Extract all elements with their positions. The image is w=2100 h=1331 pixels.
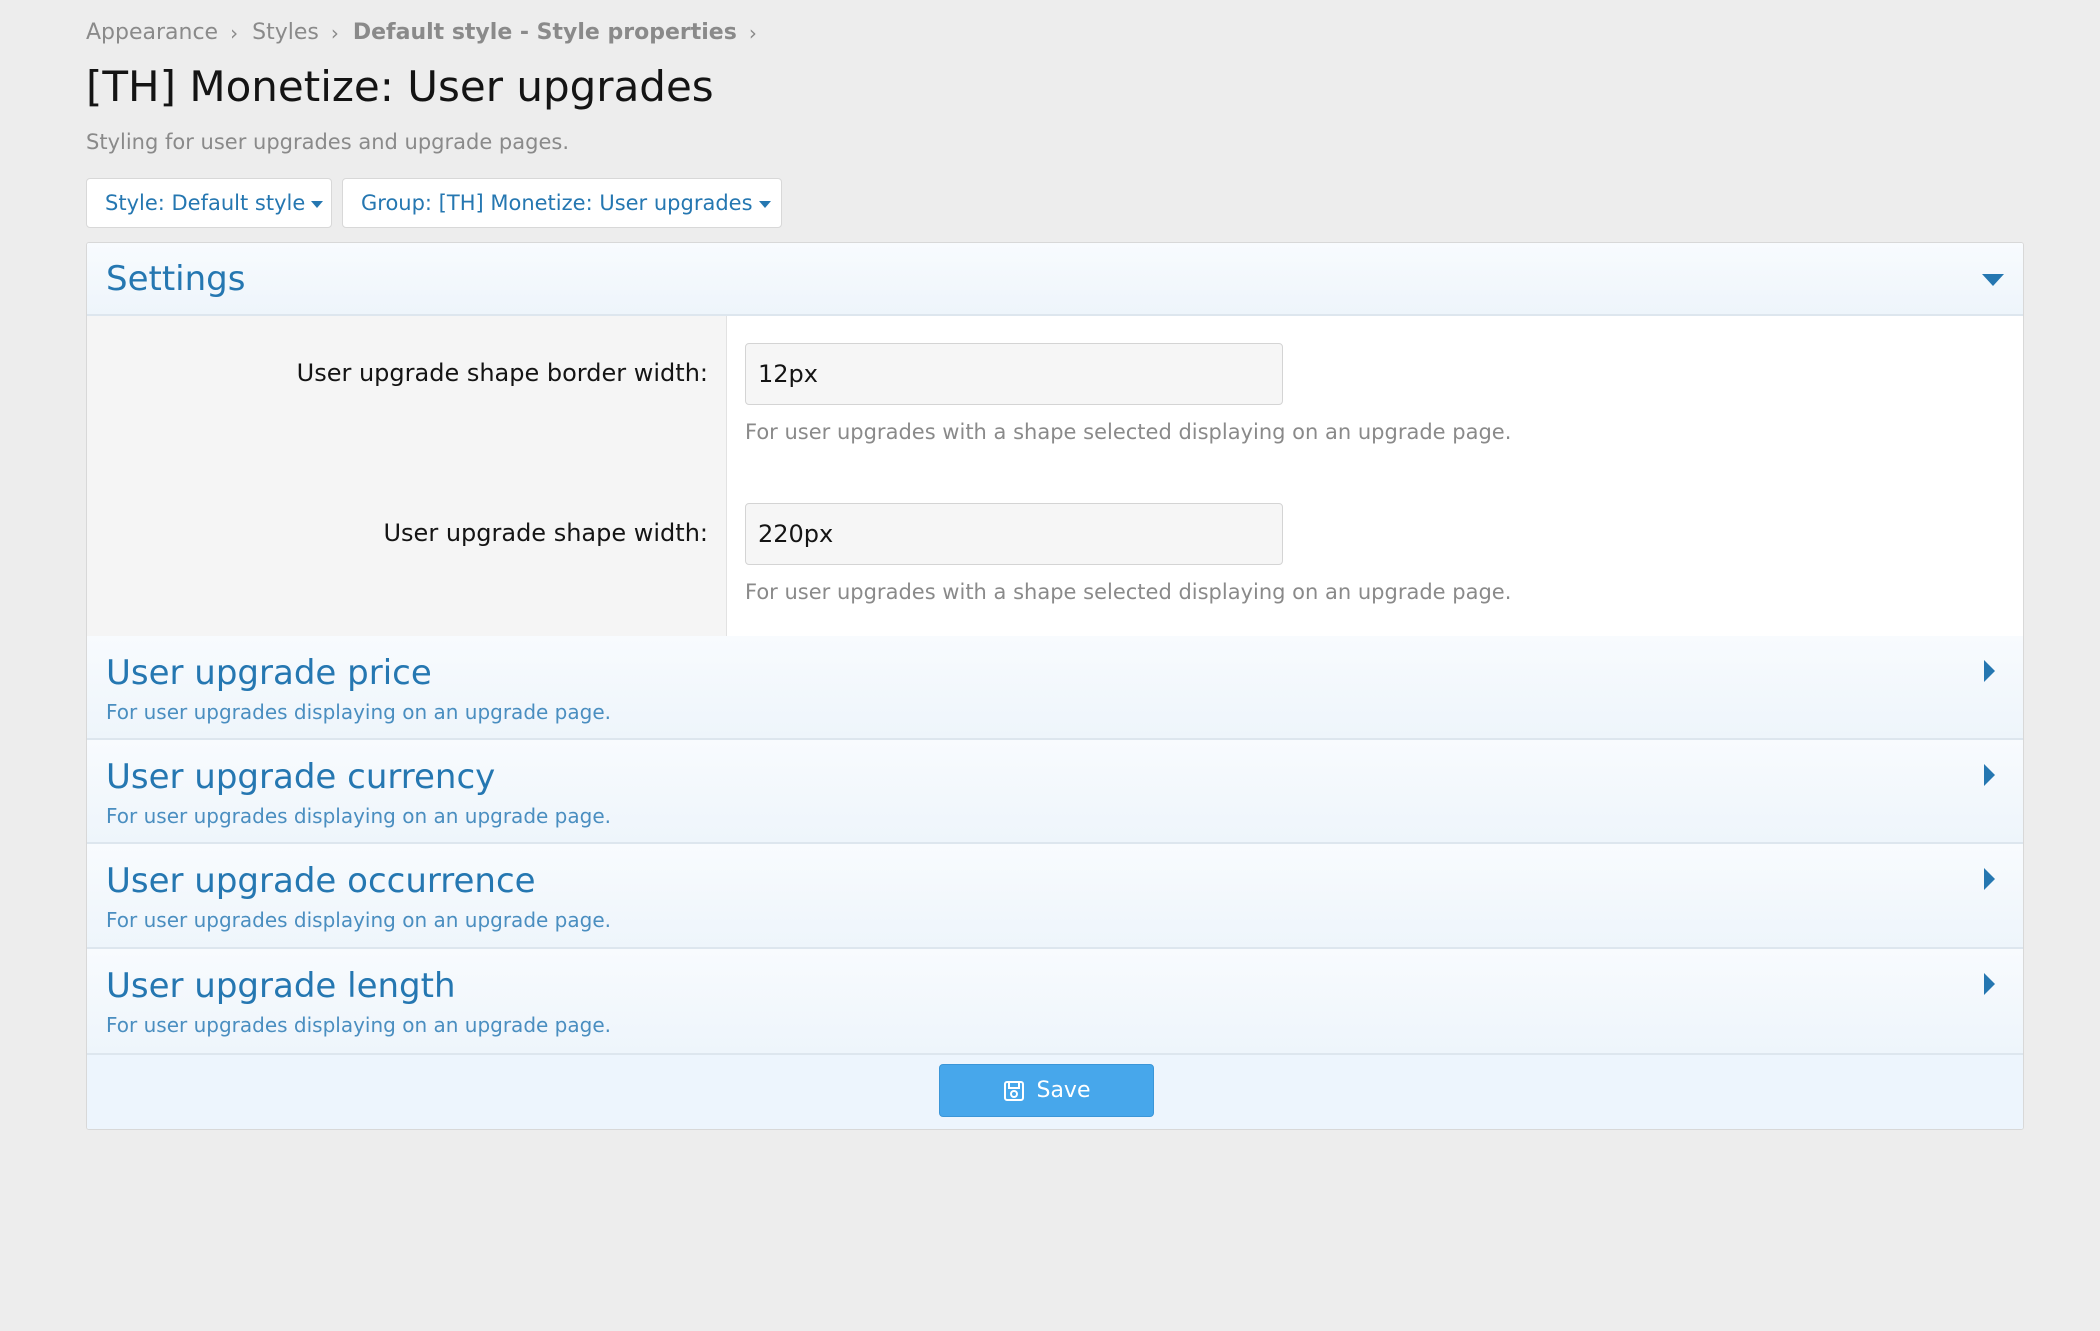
save-button-label: Save (1036, 1078, 1091, 1103)
chevron-right-icon: › (330, 20, 339, 45)
page-description: Styling for user upgrades and upgrade pa… (86, 130, 569, 154)
style-dropdown-button[interactable]: Style: Default style (86, 178, 332, 228)
settings-label-column: User upgrade shape border width: User up… (87, 316, 727, 636)
group-user-upgrade-price[interactable]: User upgrade price For user upgrades dis… (87, 636, 2023, 740)
shape-border-width-input[interactable] (745, 343, 1283, 405)
group-dropdown-button[interactable]: Group: [TH] Monetize: User upgrades (342, 178, 782, 228)
group-title: User upgrade occurrence (106, 861, 536, 901)
page-title: [TH] Monetize: User upgrades (86, 62, 714, 111)
group-hint: For user upgrades displaying on an upgra… (106, 804, 611, 828)
caret-right-icon[interactable] (1984, 868, 1995, 890)
group-user-upgrade-currency[interactable]: User upgrade currency For user upgrades … (87, 740, 2023, 844)
breadcrumb-styles[interactable]: Styles (252, 20, 319, 45)
shape-border-width-help: For user upgrades with a shape selected … (745, 420, 1512, 444)
style-dropdown-label: Style: Default style (105, 191, 306, 215)
caret-right-icon[interactable] (1984, 764, 1995, 786)
breadcrumb-style-properties[interactable]: Default style - Style properties (353, 20, 737, 45)
shape-width-label: User upgrade shape width: (383, 519, 708, 547)
style-properties-block: Settings User upgrade shape border width… (86, 242, 2024, 1130)
filter-bar: Style: Default style Group: [TH] Monetiz… (86, 178, 782, 228)
caret-right-icon[interactable] (1984, 973, 1995, 995)
settings-section-body: User upgrade shape border width: User up… (87, 316, 2023, 638)
floppy-disk-icon (1002, 1079, 1026, 1103)
form-submit-row: Save (87, 1055, 2023, 1129)
caret-down-icon (758, 200, 771, 208)
group-user-upgrade-occurrence[interactable]: User upgrade occurrence For user upgrade… (87, 844, 2023, 949)
breadcrumb-appearance[interactable]: Appearance (86, 20, 218, 45)
group-hint: For user upgrades displaying on an upgra… (106, 908, 611, 932)
group-title: User upgrade length (106, 966, 456, 1006)
caret-right-icon[interactable] (1984, 660, 1995, 682)
settings-section-title: Settings (106, 259, 246, 299)
group-title: User upgrade currency (106, 757, 496, 797)
group-hint: For user upgrades displaying on an upgra… (106, 700, 611, 724)
save-button[interactable]: Save (939, 1064, 1154, 1117)
group-user-upgrade-length[interactable]: User upgrade length For user upgrades di… (87, 949, 2023, 1055)
chevron-right-icon: › (230, 20, 239, 45)
chevron-right-icon: › (748, 20, 757, 45)
group-hint: For user upgrades displaying on an upgra… (106, 1013, 611, 1037)
shape-width-input[interactable] (745, 503, 1283, 565)
shape-width-help: For user upgrades with a shape selected … (745, 580, 1512, 604)
group-title: User upgrade price (106, 653, 432, 693)
settings-section-header[interactable]: Settings (87, 243, 2023, 316)
caret-down-icon[interactable] (1982, 274, 2004, 286)
group-dropdown-label: Group: [TH] Monetize: User upgrades (361, 191, 753, 215)
breadcrumb: Appearance › Styles › Default style - St… (86, 20, 771, 45)
shape-border-width-label: User upgrade shape border width: (296, 359, 708, 387)
caret-down-icon (311, 200, 324, 208)
